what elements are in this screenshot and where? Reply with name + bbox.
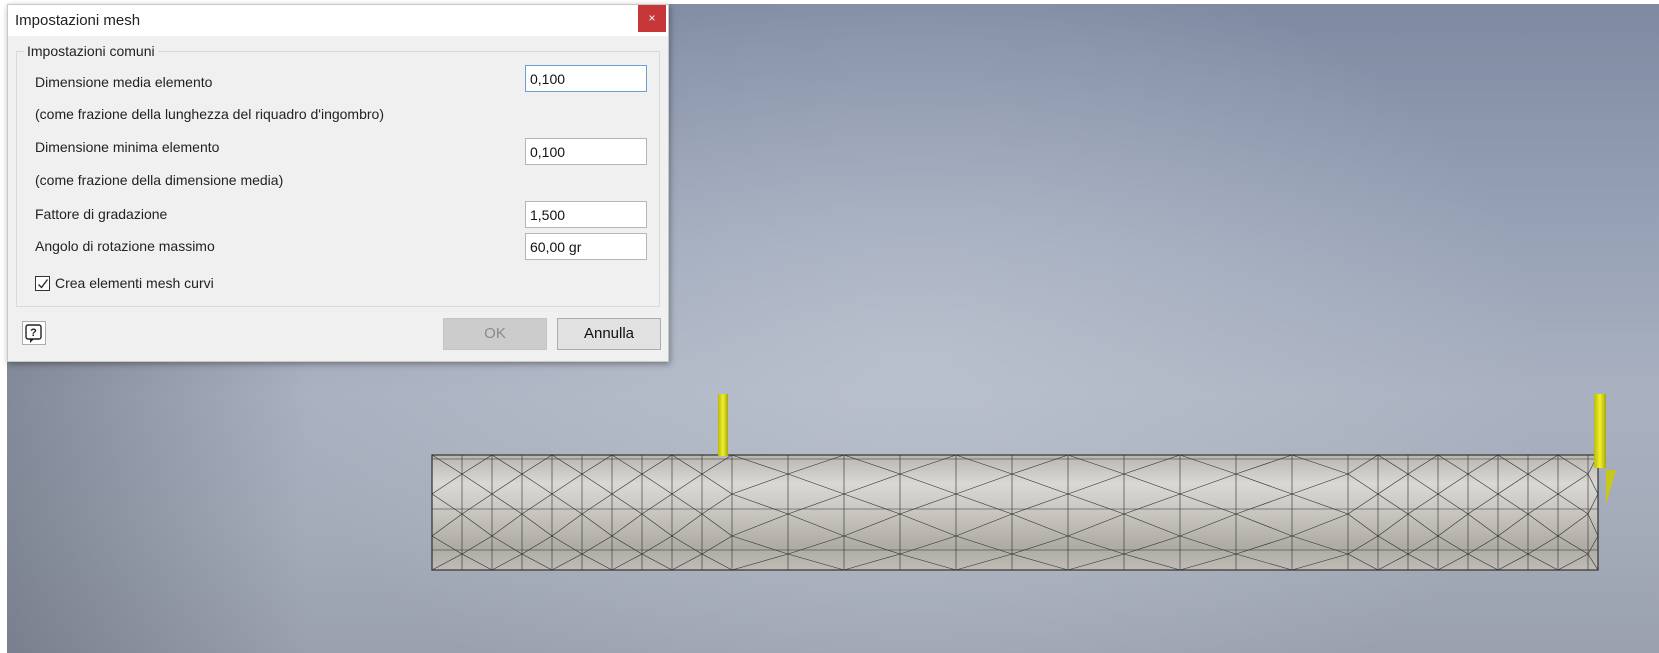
avg-element-size-field[interactable] (525, 65, 647, 92)
avg-size-hint: (come frazione della lunghezza del riqua… (35, 106, 384, 122)
svg-text:?: ? (30, 327, 37, 339)
grading-factor-field[interactable] (525, 201, 647, 228)
max-turn-angle-field[interactable] (525, 233, 647, 260)
ok-button[interactable]: OK (443, 318, 547, 350)
min-element-size-label: Dimensione minima elemento (35, 139, 220, 155)
help-button[interactable]: ? (22, 321, 46, 345)
close-button[interactable]: × (638, 5, 666, 32)
group-title: Impostazioni comuni (24, 43, 158, 59)
curved-mesh-checkbox[interactable] (35, 276, 50, 291)
dialog-titlebar: Impostazioni mesh × (8, 5, 668, 36)
min-element-size-field[interactable] (525, 138, 647, 165)
mesh-settings-dialog: Impostazioni mesh × Impostazioni comuni … (7, 4, 669, 362)
grading-factor-label: Fattore di gradazione (35, 206, 168, 222)
avg-element-size-label: Dimensione media elemento (35, 74, 213, 90)
dialog-title: Impostazioni mesh (15, 12, 141, 29)
load-arrow-1 (718, 394, 728, 456)
help-icon: ? (25, 324, 42, 343)
max-turn-angle-label: Angolo di rotazione massimo (35, 238, 215, 254)
cancel-button[interactable]: Annulla (557, 318, 661, 350)
curved-mesh-label: Crea elementi mesh curvi (55, 275, 214, 291)
check-icon (38, 279, 49, 289)
min-size-hint: (come frazione della dimensione media) (35, 172, 284, 188)
